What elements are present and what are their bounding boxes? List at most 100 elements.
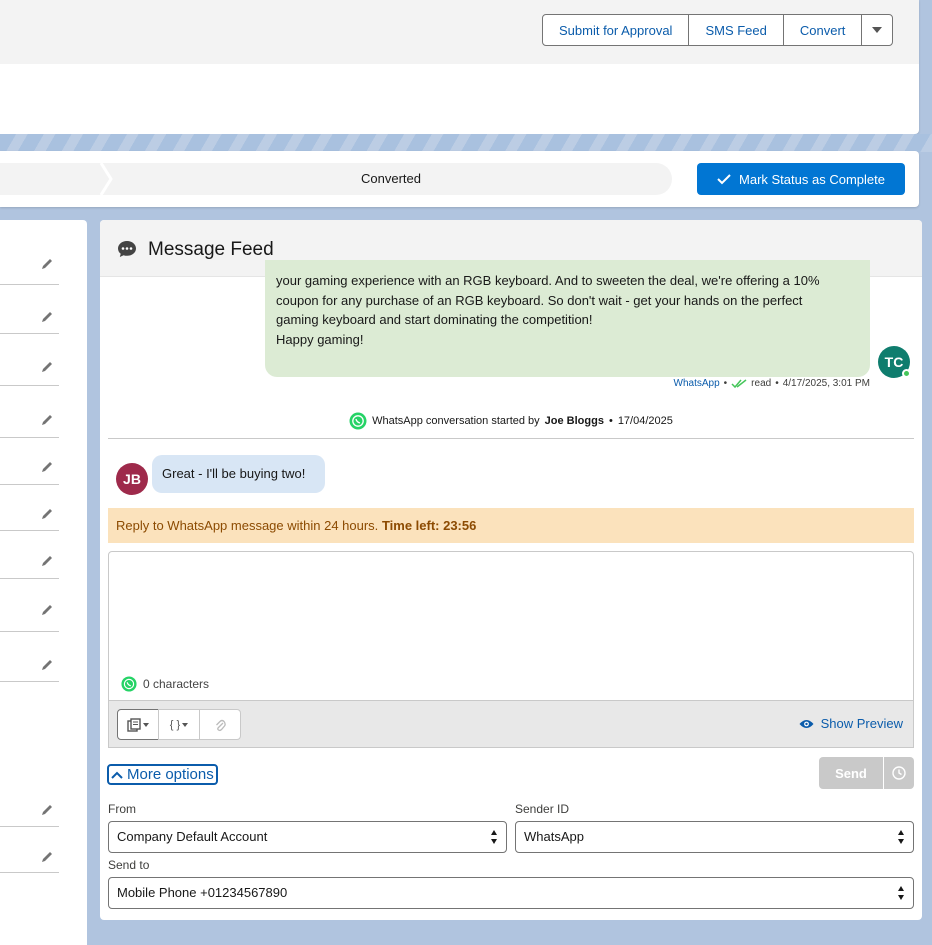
edit-pencil-icon[interactable] <box>40 554 54 568</box>
edit-pencil-icon[interactable] <box>40 850 54 864</box>
reply-timer-text: Reply to WhatsApp message within 24 hour… <box>116 518 379 533</box>
edit-pencil-icon[interactable] <box>40 460 54 474</box>
braces-icon: { } <box>169 718 181 731</box>
field-divider <box>0 385 59 386</box>
compose-toolbar: { } Show Preview <box>108 701 914 748</box>
conversation-start-notice: WhatsApp conversation started by Joe Blo… <box>100 412 922 430</box>
edit-pencil-icon[interactable] <box>40 360 54 374</box>
field-divider <box>0 284 59 285</box>
message-line: coupon for any purchase of an RGB keyboa… <box>276 292 803 308</box>
from-label: From <box>108 802 136 816</box>
online-status-icon <box>902 369 911 378</box>
edit-pencil-icon[interactable] <box>40 658 54 672</box>
avatar-initials: TC <box>884 354 904 370</box>
mark-status-label: Mark Status as Complete <box>739 171 885 187</box>
from-select[interactable]: Company Default Account <box>108 821 507 853</box>
conversation-start-prefix: WhatsApp conversation started by <box>372 415 540 427</box>
field-divider <box>0 826 59 827</box>
select-arrows-icon <box>898 886 904 900</box>
send-to-value: Mobile Phone +01234567890 <box>117 885 288 900</box>
chevron-down-icon <box>143 722 149 727</box>
mark-status-complete-button[interactable]: Mark Status as Complete <box>697 163 905 195</box>
path-bar: Converted Mark Status as Complete <box>0 151 919 207</box>
double-check-icon <box>731 378 747 388</box>
feed-divider <box>108 438 914 439</box>
sms-feed-button[interactable]: SMS Feed <box>688 14 784 46</box>
message-meta: WhatsApp • read • 4/17/2025, 3:01 PM <box>674 378 870 389</box>
message-line: Happy gaming! <box>276 331 364 347</box>
char-count-text: 0 characters <box>143 677 210 691</box>
header-button-group: Submit for Approval SMS Feed Convert <box>542 14 894 46</box>
more-actions-button[interactable] <box>861 14 894 46</box>
field-divider <box>0 333 59 334</box>
merge-field-button[interactable]: { } <box>158 709 200 740</box>
avatar: JB <box>116 463 148 495</box>
field-divider <box>0 437 59 438</box>
template-icon <box>127 717 141 732</box>
separator-dot: • <box>775 378 779 389</box>
send-button[interactable]: Send <box>819 757 883 789</box>
field-divider <box>0 872 59 873</box>
show-preview-label: Show Preview <box>820 716 903 731</box>
edit-pencil-icon[interactable] <box>40 413 54 427</box>
more-options-label: More options <box>127 766 214 783</box>
message-line: gaming keyboard and start dominating the… <box>276 312 593 328</box>
chat-icon <box>118 241 136 257</box>
chevron-up-icon <box>111 771 123 779</box>
field-divider <box>0 681 59 682</box>
select-arrows-icon <box>898 830 904 844</box>
path-step-label: Converted <box>361 171 421 186</box>
template-button[interactable] <box>117 709 159 740</box>
incoming-message-bubble: Great - I'll be buying two! <box>152 455 325 493</box>
background-pattern <box>0 134 932 152</box>
compose-tool-group: { } <box>117 709 241 740</box>
message-compose-input[interactable]: 0 characters <box>108 551 914 701</box>
sender-id-label: Sender ID <box>515 802 570 816</box>
edit-pencil-icon[interactable] <box>40 507 54 521</box>
edit-pencil-icon[interactable] <box>40 257 54 271</box>
send-button-group: Send <box>819 757 914 789</box>
send-to-select[interactable]: Mobile Phone +01234567890 <box>108 877 914 909</box>
channel-link[interactable]: WhatsApp <box>674 378 720 389</box>
eye-icon <box>799 719 814 728</box>
show-preview-button[interactable]: Show Preview <box>799 716 903 731</box>
reply-timer-banner: Reply to WhatsApp message within 24 hour… <box>108 508 914 543</box>
record-header: Submit for Approval SMS Feed Convert <box>0 0 919 134</box>
select-arrows-icon <box>491 830 497 844</box>
conversation-start-date: 17/04/2025 <box>617 415 673 427</box>
whatsapp-icon <box>121 676 137 692</box>
path-step-converted[interactable]: Converted <box>0 163 672 195</box>
separator-dot: • <box>723 378 728 389</box>
check-icon <box>717 174 731 185</box>
char-counter: 0 characters <box>121 676 209 692</box>
schedule-send-button[interactable] <box>883 757 914 789</box>
separator-dot: • <box>608 415 613 427</box>
message-feed-card: Message Feed your gaming experience with… <box>100 220 922 920</box>
conversation-start-user: Joe Bloggs <box>544 415 604 427</box>
message-timestamp: 4/17/2025, 3:01 PM <box>782 378 870 389</box>
chevron-down-icon <box>872 27 883 33</box>
sender-id-select[interactable]: WhatsApp <box>515 821 914 853</box>
message-line: your gaming experience with an RGB keybo… <box>276 273 820 288</box>
convert-button[interactable]: Convert <box>782 14 863 46</box>
feed-title: Message Feed <box>148 239 274 260</box>
field-divider <box>0 484 59 485</box>
edit-pencil-icon[interactable] <box>40 310 54 324</box>
field-divider <box>0 631 59 632</box>
attach-button[interactable] <box>199 709 241 740</box>
chevron-down-icon <box>182 722 189 727</box>
outgoing-message-bubble: your gaming experience with an RGB keybo… <box>265 260 870 377</box>
more-options-button[interactable]: More options <box>107 764 218 785</box>
paperclip-icon <box>216 719 226 731</box>
clock-icon <box>892 766 906 780</box>
submit-for-approval-button[interactable]: Submit for Approval <box>542 14 690 46</box>
from-value: Company Default Account <box>117 829 268 844</box>
reply-time-left: Time left: 23:56 <box>381 518 477 533</box>
avatar: TC <box>878 346 911 378</box>
field-divider <box>0 530 59 531</box>
read-status: read <box>751 378 772 389</box>
edit-pencil-icon[interactable] <box>40 603 54 617</box>
avatar-initials: JB <box>123 471 141 487</box>
edit-pencil-icon[interactable] <box>40 803 54 817</box>
whatsapp-icon <box>349 412 367 430</box>
